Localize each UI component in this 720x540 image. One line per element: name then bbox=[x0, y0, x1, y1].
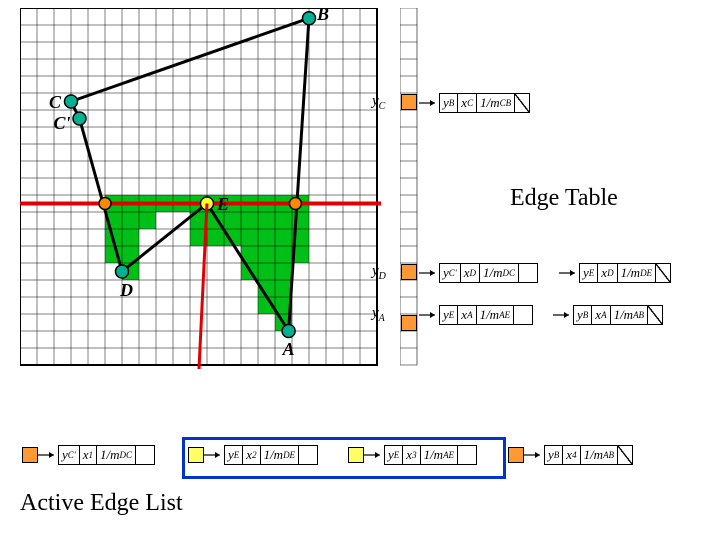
ael-handle bbox=[508, 447, 524, 463]
et-row-key: yD bbox=[372, 263, 386, 282]
ael-cell: 1/mAB bbox=[581, 446, 619, 464]
vertex-label-Cprime: C' bbox=[54, 113, 71, 134]
et-cell: yE bbox=[580, 264, 598, 282]
et-record: yC'xD1/mDC bbox=[439, 263, 538, 283]
et-cell: xD bbox=[598, 264, 617, 282]
vertex-label-E: E bbox=[217, 194, 229, 215]
ael-record: yC'x11/mDC bbox=[58, 445, 155, 465]
et-bucket-marker bbox=[401, 94, 417, 110]
vertex-label-B: B bbox=[317, 4, 329, 25]
et-cell: 1/mDE bbox=[618, 264, 657, 282]
ael-cell: 1/mDC bbox=[97, 446, 136, 464]
et-record: yBxC1/mCB bbox=[439, 93, 530, 113]
vertex-label-C: C bbox=[49, 92, 61, 113]
et-cell: xA bbox=[458, 306, 476, 324]
ael-handle bbox=[22, 447, 38, 463]
active-edge-list-title: Active Edge List bbox=[20, 490, 183, 517]
et-cell: xC bbox=[458, 94, 477, 112]
vertex-label-A: A bbox=[283, 339, 295, 360]
ael-cell: x1 bbox=[80, 446, 97, 464]
et-row-key: yC bbox=[372, 93, 385, 112]
ael-cell: yC' bbox=[59, 446, 80, 464]
et-cell: 1/mDC bbox=[480, 264, 519, 282]
et-row-key: yA bbox=[372, 305, 385, 324]
et-cell: yE bbox=[440, 306, 458, 324]
et-record: yExA1/mAE bbox=[439, 305, 533, 325]
edge-table-title: Edge Table bbox=[510, 185, 618, 212]
ael-cell: yB bbox=[545, 446, 563, 464]
edge-table-column bbox=[400, 8, 419, 367]
et-cell: yB bbox=[574, 306, 592, 324]
et-bucket-marker bbox=[401, 264, 417, 280]
et-record: yBxA1/mAB bbox=[573, 305, 663, 325]
et-cell: yC' bbox=[440, 264, 461, 282]
ael-record: yBx41/mAB bbox=[544, 445, 633, 465]
et-record: yExD1/mDE bbox=[579, 263, 671, 283]
ael-highlight-box bbox=[182, 437, 506, 479]
et-cell: xA bbox=[592, 306, 610, 324]
et-cell: 1/mAE bbox=[477, 306, 515, 324]
polygon-grid bbox=[20, 8, 381, 369]
ael-cell: x4 bbox=[563, 446, 580, 464]
et-cell: xD bbox=[461, 264, 480, 282]
vertex-label-D: D bbox=[120, 280, 133, 301]
et-cell: 1/mCB bbox=[477, 94, 515, 112]
et-cell: 1/mAB bbox=[611, 306, 649, 324]
et-cell: yB bbox=[440, 94, 458, 112]
et-bucket-marker bbox=[401, 315, 417, 331]
